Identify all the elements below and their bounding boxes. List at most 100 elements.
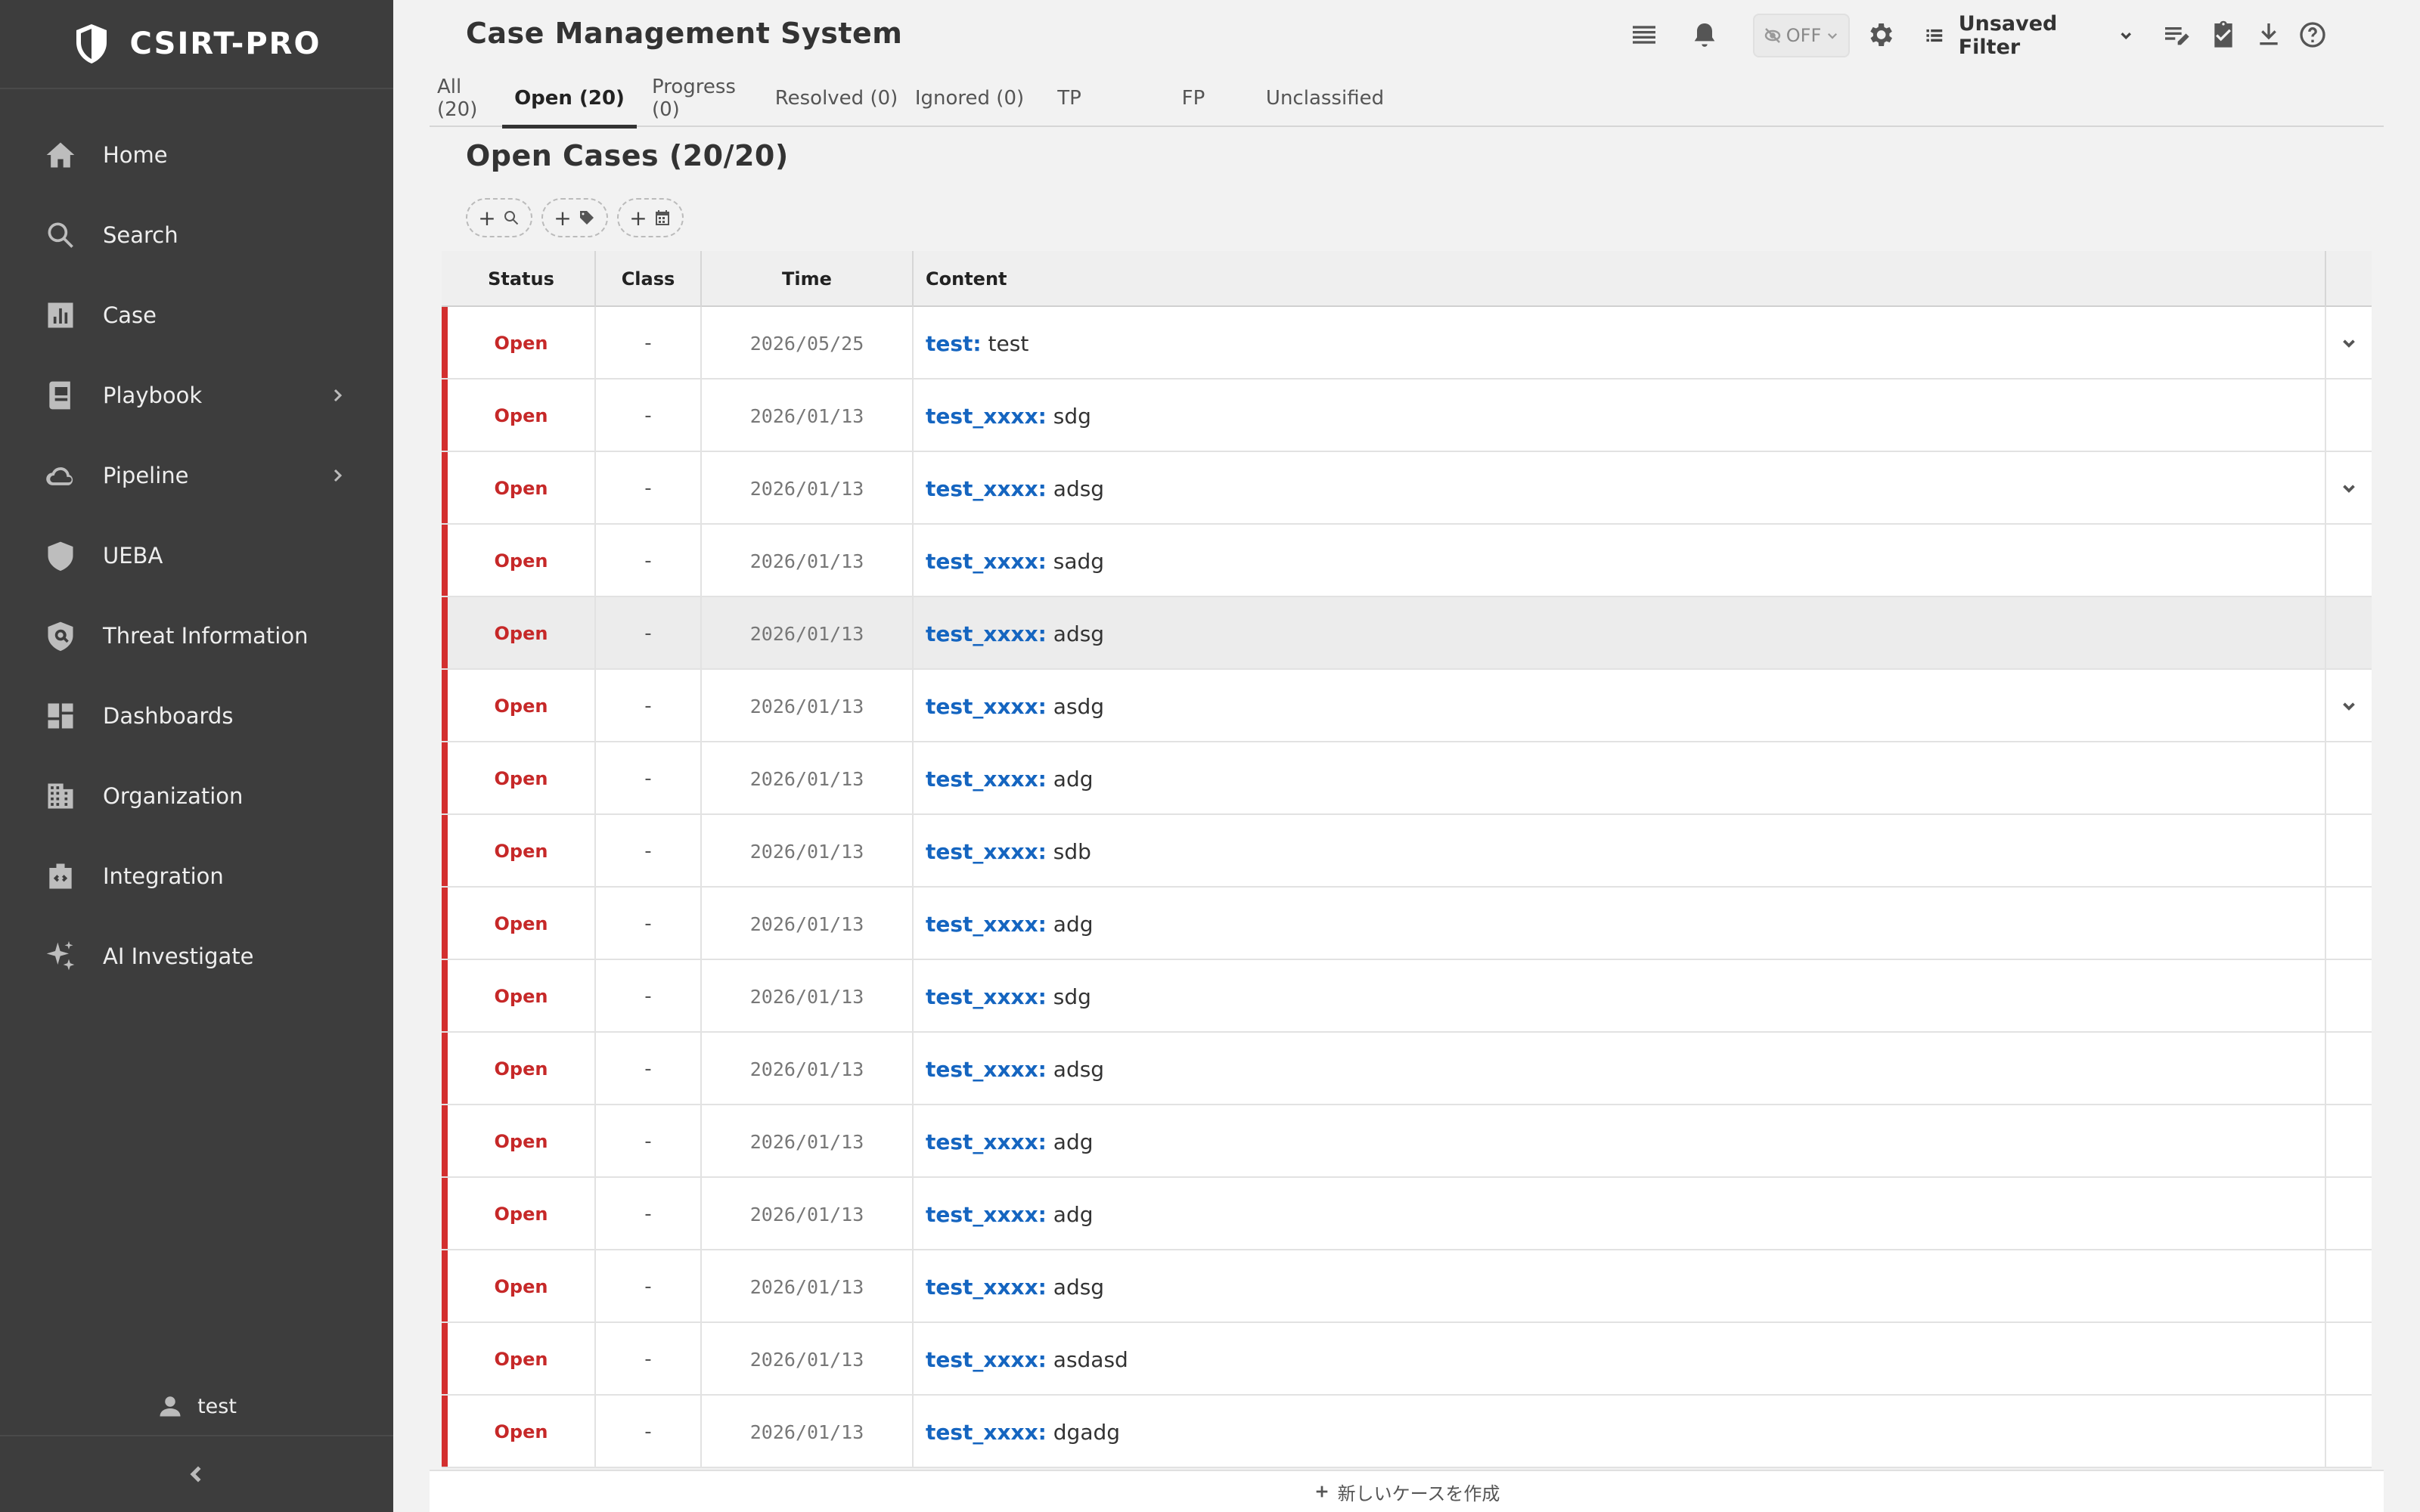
- column-header-status[interactable]: Status: [448, 251, 596, 307]
- table-row[interactable]: Open -2026/01/13 test_xxxx: adsg: [442, 597, 2372, 670]
- case-title-link[interactable]: test_xxxx:: [926, 1275, 1047, 1300]
- saved-filter-dropdown[interactable]: Unsaved Filter: [1913, 12, 2134, 59]
- row-action-cell[interactable]: [2326, 670, 2372, 742]
- column-header-time[interactable]: Time: [702, 251, 914, 307]
- visibility-toggle[interactable]: OFF: [1753, 14, 1850, 57]
- case-title-link[interactable]: test_xxxx:: [926, 404, 1047, 429]
- tab-open[interactable]: Open (20): [502, 70, 637, 129]
- tab-resolved[interactable]: Resolved (0): [774, 70, 898, 127]
- tab-tp[interactable]: TP: [1038, 70, 1101, 127]
- sidebar-item-threat-information[interactable]: Threat Information: [0, 596, 393, 676]
- table-row[interactable]: Open -2026/01/13 test_xxxx: adsg: [442, 452, 2372, 525]
- table-row[interactable]: Open -2026/01/13 test_xxxx: asdasd: [442, 1323, 2372, 1396]
- content-cell: test_xxxx: dgadg: [914, 1396, 2326, 1468]
- notifications-button[interactable]: [1688, 18, 1721, 51]
- table-row[interactable]: Open -2026/05/25 test: test: [442, 307, 2372, 380]
- download-button[interactable]: [2252, 18, 2285, 51]
- add-date-filter-button[interactable]: +: [617, 198, 684, 237]
- case-title-link[interactable]: test:: [926, 331, 982, 356]
- chevron-down-icon[interactable]: [2339, 479, 2359, 498]
- row-action-cell: [2326, 888, 2372, 960]
- table-row[interactable]: Open -2026/01/13 test_xxxx: sadg: [442, 525, 2372, 597]
- search-icon: [42, 217, 79, 253]
- table-row[interactable]: Open -2026/01/13 test_xxxx: dgadg: [442, 1396, 2372, 1468]
- case-title-link[interactable]: test_xxxx:: [926, 912, 1047, 937]
- brand[interactable]: CSIRT-PRO: [0, 0, 393, 89]
- content-cell: test_xxxx: sadg: [914, 525, 2326, 597]
- edit-list-button[interactable]: [2160, 18, 2193, 51]
- table-row[interactable]: Open -2026/01/13 test_xxxx: adsg: [442, 1250, 2372, 1323]
- create-case-label: 新しいケースを作成: [1337, 1483, 1500, 1504]
- case-title-link[interactable]: test_xxxx:: [926, 767, 1047, 792]
- sidebar-item-label: Home: [103, 142, 168, 168]
- column-header-class[interactable]: Class: [596, 251, 702, 307]
- case-title-link[interactable]: test_xxxx:: [926, 621, 1047, 646]
- list-view-button[interactable]: [1627, 18, 1661, 51]
- sidebar-item-organization[interactable]: Organization: [0, 756, 393, 836]
- person-icon: [160, 1396, 181, 1417]
- sidebar-item-playbook[interactable]: Playbook: [0, 355, 393, 435]
- chevron-down-icon[interactable]: [2339, 333, 2359, 353]
- chevron-right-icon: [328, 466, 346, 485]
- help-button[interactable]: [2296, 18, 2329, 51]
- content-cell: test_xxxx: adsg: [914, 597, 2326, 670]
- chevron-down-icon[interactable]: [2339, 696, 2359, 716]
- status-badge: Open: [448, 307, 596, 380]
- content-cell: test_xxxx: adsg: [914, 1033, 2326, 1105]
- time-cell: 2026/01/13: [702, 1178, 914, 1250]
- user-menu[interactable]: test: [0, 1383, 393, 1429]
- settings-button[interactable]: [1863, 18, 1897, 51]
- case-title-link[interactable]: test_xxxx:: [926, 839, 1047, 864]
- sidebar-item-dashboards[interactable]: Dashboards: [0, 676, 393, 756]
- content-cell: test_xxxx: asdg: [914, 670, 2326, 742]
- add-tag-filter-button[interactable]: +: [541, 198, 608, 237]
- table-row[interactable]: Open -2026/01/13 test_xxxx: asdg: [442, 670, 2372, 742]
- case-title-link[interactable]: test_xxxx:: [926, 549, 1047, 574]
- tag-icon: [579, 211, 594, 225]
- case-title-link[interactable]: test_xxxx:: [926, 984, 1047, 1009]
- time-cell: 2026/01/13: [702, 597, 914, 670]
- case-title-link[interactable]: test_xxxx:: [926, 694, 1047, 719]
- sidebar-item-home[interactable]: Home: [0, 115, 393, 195]
- content-cell: test_xxxx: adsg: [914, 452, 2326, 525]
- class-cell: -: [596, 1250, 702, 1323]
- collapse-sidebar-button[interactable]: [0, 1435, 393, 1512]
- sidebar-item-search[interactable]: Search: [0, 195, 393, 275]
- table-row[interactable]: Open -2026/01/13 test_xxxx: sdg: [442, 960, 2372, 1033]
- tab-progress[interactable]: Progress (0): [652, 70, 761, 127]
- content-cell: test: test: [914, 307, 2326, 380]
- case-title-link[interactable]: test_xxxx:: [926, 1420, 1047, 1445]
- table-row[interactable]: Open -2026/01/13 test_xxxx: sdb: [442, 815, 2372, 888]
- sidebar-item-integration[interactable]: Integration: [0, 836, 393, 916]
- case-title-link[interactable]: test_xxxx:: [926, 1057, 1047, 1082]
- case-description: sdg: [1053, 403, 1091, 429]
- case-title-link[interactable]: test_xxxx:: [926, 1347, 1047, 1372]
- table-row[interactable]: Open -2026/01/13 test_xxxx: adg: [442, 888, 2372, 960]
- table-row[interactable]: Open -2026/01/13 test_xxxx: adg: [442, 742, 2372, 815]
- class-cell: -: [596, 1033, 702, 1105]
- status-badge: Open: [448, 1323, 596, 1396]
- table-row[interactable]: Open -2026/01/13 test_xxxx: adg: [442, 1105, 2372, 1178]
- assignment-button[interactable]: [2207, 18, 2240, 51]
- table-row[interactable]: Open -2026/01/13 test_xxxx: adsg: [442, 1033, 2372, 1105]
- column-header-content[interactable]: Content: [914, 251, 2326, 307]
- row-action-cell[interactable]: [2326, 452, 2372, 525]
- case-title-link[interactable]: test_xxxx:: [926, 476, 1047, 501]
- page-title: Case Management System: [466, 17, 903, 50]
- tab-ignored[interactable]: Ignored (0): [911, 70, 1028, 127]
- sidebar-item-case[interactable]: Case: [0, 275, 393, 355]
- tab-fp[interactable]: FP: [1162, 70, 1225, 127]
- time-cell: 2026/01/13: [702, 1323, 914, 1396]
- table-row[interactable]: Open -2026/01/13 test_xxxx: adg: [442, 1178, 2372, 1250]
- row-action-cell[interactable]: [2326, 307, 2372, 380]
- tab-unclassified[interactable]: Unclassified: [1257, 70, 1393, 127]
- sidebar-item-ai-investigate[interactable]: AI Investigate: [0, 916, 393, 996]
- sidebar-item-ueba[interactable]: UEBA: [0, 516, 393, 596]
- case-title-link[interactable]: test_xxxx:: [926, 1202, 1047, 1227]
- sidebar-item-pipeline[interactable]: Pipeline: [0, 435, 393, 516]
- table-row[interactable]: Open -2026/01/13 test_xxxx: sdg: [442, 380, 2372, 452]
- create-case-button[interactable]: 新しいケースを作成: [430, 1470, 2384, 1512]
- add-search-filter-button[interactable]: +: [466, 198, 532, 237]
- case-title-link[interactable]: test_xxxx:: [926, 1129, 1047, 1154]
- tab-all[interactable]: All (20): [437, 70, 501, 127]
